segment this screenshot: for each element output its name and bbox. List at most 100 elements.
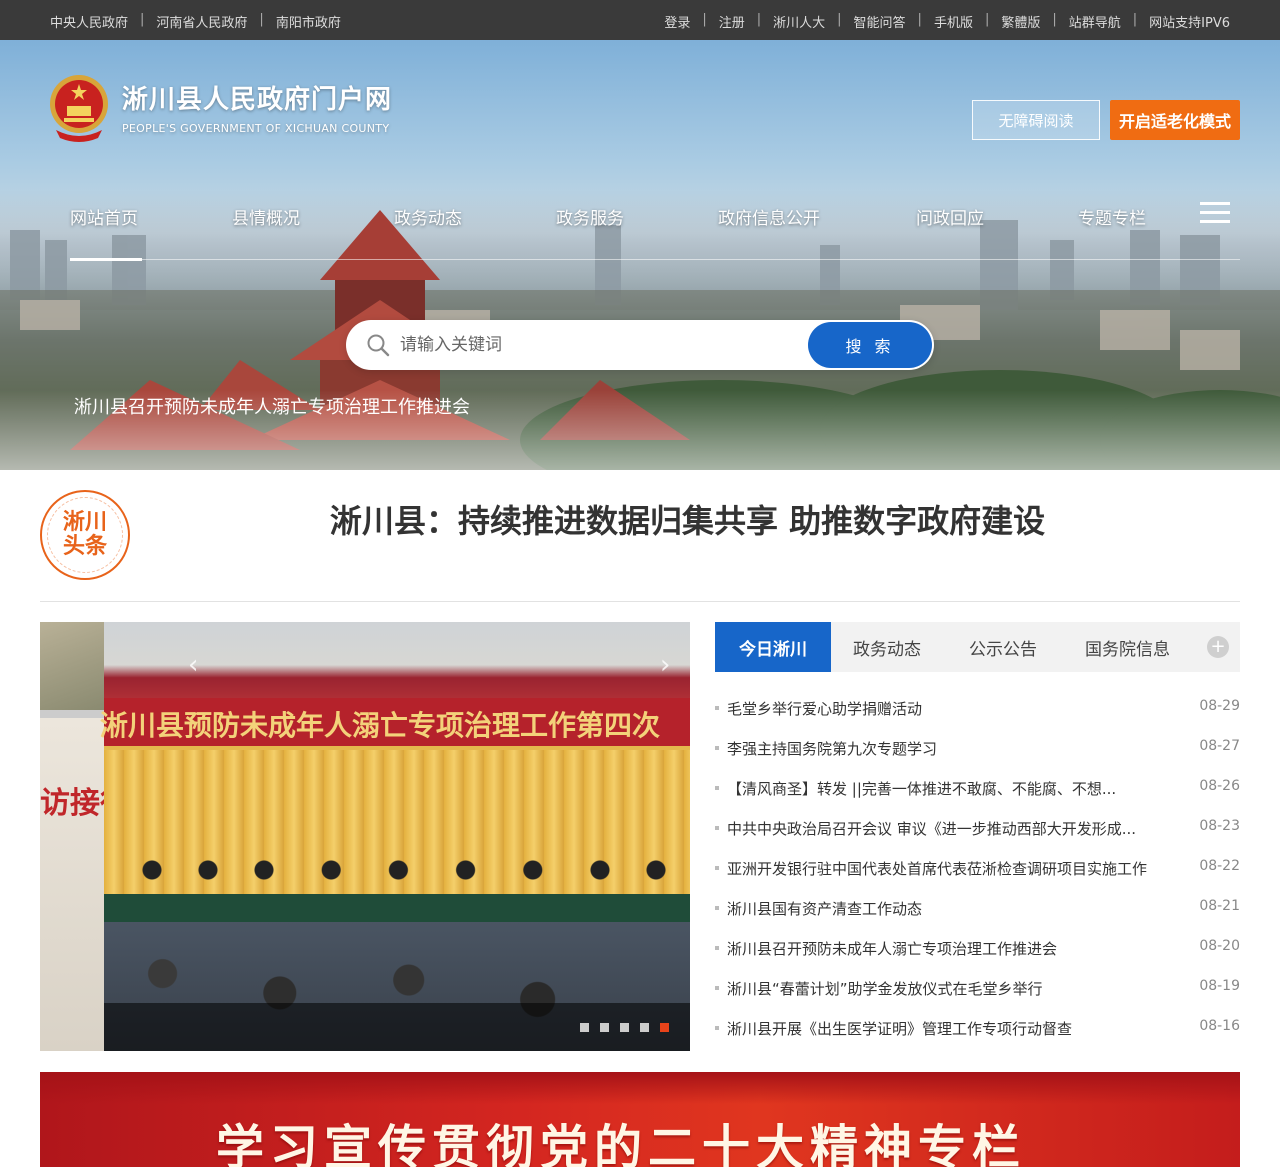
news-item[interactable]: 淅川县召开预防未成年人溺亡专项治理工作推进会 08-20 — [715, 928, 1240, 968]
tab-state-council[interactable]: 国务院信息 — [1085, 622, 1170, 672]
news-carousel[interactable]: 访接待 淅川县预防未成年人溺亡专项治理工作第四次 ‹ › — [40, 622, 690, 1051]
logo-text: 淅川县人民政府门户网 PEOPLE'S GOVERNMENT OF XICHUA… — [122, 79, 392, 135]
news-date: 08-21 — [1199, 898, 1240, 914]
separator: | — [837, 12, 842, 27]
top-right-links: 登录 | 注册 | 淅川人大 | 智能问答 | 手机版 | 繁體版 | 站群导航 | 网站支持… — [664, 12, 1230, 31]
search-input[interactable] — [400, 330, 800, 360]
site-subtitle: PEOPLE'S GOVERNMENT OF XICHUAN COUNTY — [122, 122, 390, 135]
news-date: 08-19 — [1199, 978, 1240, 994]
banner-title: 学习宣传贯彻党的二十大精神专栏 — [216, 1120, 1027, 1167]
carousel-dot[interactable] — [580, 1023, 589, 1032]
news-item[interactable]: 亚洲开发银行驻中国代表处首席代表莅淅检查调研项目实施工作 08-22 — [715, 848, 1240, 888]
bullet-icon — [715, 826, 719, 830]
news-date: 08-20 — [1199, 938, 1240, 954]
nav-gov-services[interactable]: 政务服务 — [556, 204, 624, 229]
news-item[interactable]: 淅川县开展《出生医学证明》管理工作专项行动督查 08-16 — [715, 1008, 1240, 1048]
bullet-icon — [715, 746, 719, 750]
slide-banner-text: 淅川县预防未成年人溺亡专项治理工作第四次 — [100, 709, 661, 742]
bullet-icon — [715, 986, 719, 990]
traditional-chinese-link[interactable]: 繁體版 — [1001, 12, 1040, 31]
tab-today-xichuan[interactable]: 今日淅川 — [715, 622, 831, 672]
link-nanyang-gov[interactable]: 南阳市政府 — [276, 12, 341, 31]
headline-section: 淅川 头条 淅川县：持续推进数据归集共享 助推数字政府建设 — [20, 470, 1260, 600]
headline-badge: 淅川 头条 — [40, 490, 130, 580]
news-title[interactable]: 淅川县开展《出生医学证明》管理工作专项行动督查 — [727, 1018, 1072, 1039]
top-left-links: 中央人民政府 | 河南省人民政府 | 南阳市政府 — [50, 12, 341, 31]
nav-info-disclosure[interactable]: 政府信息公开 — [718, 204, 820, 229]
separator: | — [756, 12, 762, 27]
smart-qa-link[interactable]: 智能问答 — [854, 12, 906, 31]
news-title[interactable]: 淅川县“春蕾计划”助学金发放仪式在毛堂乡举行 — [727, 978, 1043, 999]
xichuan-npc-link[interactable]: 淅川人大 — [773, 12, 825, 31]
carousel-dot[interactable] — [620, 1023, 629, 1032]
site-logo[interactable]: 淅川县人民政府门户网 PEOPLE'S GOVERNMENT OF XICHUA… — [48, 72, 392, 142]
separator: | — [1052, 12, 1057, 27]
news-title[interactable]: 淅川县召开预防未成年人溺亡专项治理工作推进会 — [727, 938, 1057, 959]
carousel-next-arrow-icon[interactable]: › — [660, 650, 670, 680]
carousel-caption[interactable]: 淅川县召开预防未成年人溺亡专项治理工作推进会 — [74, 393, 470, 419]
carousel-dot[interactable] — [600, 1023, 609, 1032]
carousel-dot[interactable] — [640, 1023, 649, 1032]
nav-gov-news[interactable]: 政务动态 — [394, 204, 462, 229]
news-title[interactable]: 亚洲开发银行驻中国代表处首席代表莅淅检查调研项目实施工作 — [727, 858, 1147, 879]
hamburger-menu-icon[interactable] — [1200, 202, 1230, 228]
link-henan-gov[interactable]: 河南省人民政府 — [156, 12, 247, 31]
news-date: 08-27 — [1199, 738, 1240, 754]
headline-title[interactable]: 淅川县：持续推进数据归集共享 助推数字政府建设 — [330, 496, 1045, 542]
link-central-gov[interactable]: 中央人民政府 — [50, 12, 128, 31]
search-bar: 搜 索 — [346, 320, 934, 370]
news-date: 08-23 — [1199, 818, 1240, 834]
bullet-icon — [715, 906, 719, 910]
nav-county-overview[interactable]: 县情概况 — [232, 204, 300, 229]
news-title[interactable]: 【清风商圣】转发 ||完善一体推进不敢腐、不能腐、不想... — [727, 778, 1116, 799]
news-item[interactable]: 【清风商圣】转发 ||完善一体推进不敢腐、不能腐、不想... 08-26 — [715, 768, 1240, 808]
register-link[interactable]: 注册 — [719, 12, 745, 31]
badge-ring — [47, 497, 123, 573]
bullet-icon — [715, 706, 719, 710]
separator: | — [984, 12, 990, 27]
bullet-icon — [715, 866, 719, 870]
news-item[interactable]: 淅川县“春蕾计划”助学金发放仪式在毛堂乡举行 08-19 — [715, 968, 1240, 1008]
nav-home[interactable]: 网站首页 — [70, 204, 138, 229]
news-title[interactable]: 淅川县国有资产清查工作动态 — [727, 898, 922, 919]
elder-mode-button[interactable]: 开启适老化模式 — [1110, 100, 1240, 140]
news-item[interactable]: 淅川县国有资产清查工作动态 08-21 — [715, 888, 1240, 928]
carousel-dot-active[interactable] — [660, 1023, 669, 1032]
headline-divider — [40, 601, 1240, 602]
more-plus-icon[interactable]: + — [1207, 636, 1229, 658]
ipv6-link[interactable]: 网站支持IPV6 — [1149, 12, 1230, 31]
news-title[interactable]: 李强主持国务院第九次专题学习 — [727, 738, 937, 759]
news-tabs: 今日淅川 政务动态 公示公告 国务院信息 + — [715, 622, 1240, 672]
nav-active-indicator — [70, 258, 142, 261]
news-title[interactable]: 中共中央政治局召开会议 审议《进一步推动西部大开发形成... — [727, 818, 1136, 839]
top-bar: 中央人民政府 | 河南省人民政府 | 南阳市政府 登录 | 注册 | 淅川人大 | 智能问… — [0, 0, 1280, 40]
nav-public-response[interactable]: 问政回应 — [916, 204, 984, 229]
party-congress-banner[interactable]: 学习宣传贯彻党的二十大精神专栏 — [40, 1072, 1240, 1167]
search-icon — [367, 334, 390, 357]
nav-special-topics[interactable]: 专题专栏 — [1078, 204, 1146, 229]
slide-podium-people — [124, 858, 684, 898]
carousel-slide-image[interactable]: 淅川县预防未成年人溺亡专项治理工作第四次 ‹ › — [100, 622, 690, 1051]
bullet-icon — [715, 1026, 719, 1030]
site-group-nav-link[interactable]: 站群导航 — [1069, 12, 1121, 31]
carousel-prev-arrow-icon[interactable]: ‹ — [188, 650, 198, 680]
search-button[interactable]: 搜 索 — [808, 322, 932, 368]
separator: | — [140, 12, 145, 27]
nav-divider — [70, 259, 1240, 260]
login-link[interactable]: 登录 — [664, 12, 690, 31]
prev-slide-image — [40, 622, 104, 710]
prev-slide-image: 访接待 — [40, 718, 130, 1051]
tab-announcements[interactable]: 公示公告 — [969, 622, 1037, 672]
news-item[interactable]: 李强主持国务院第九次专题学习 08-27 — [715, 728, 1240, 768]
news-date: 08-16 — [1199, 1018, 1240, 1034]
banner-top-shade — [40, 1072, 1240, 1104]
mobile-version-link[interactable]: 手机版 — [934, 12, 973, 31]
news-title[interactable]: 毛堂乡举行爱心助学捐赠活动 — [727, 698, 922, 719]
news-date: 08-22 — [1199, 858, 1240, 874]
tab-gov-news[interactable]: 政务动态 — [853, 622, 921, 672]
main-nav: 网站首页 县情概况 政务动态 政务服务 政府信息公开 问政回应 专题专栏 — [0, 198, 1280, 261]
bullet-icon — [715, 946, 719, 950]
news-item[interactable]: 毛堂乡举行爱心助学捐赠活动 08-29 — [715, 688, 1240, 728]
accessible-reading-button[interactable]: 无障碍阅读 — [972, 100, 1100, 140]
news-item[interactable]: 中共中央政治局召开会议 审议《进一步推动西部大开发形成... 08-23 — [715, 808, 1240, 848]
